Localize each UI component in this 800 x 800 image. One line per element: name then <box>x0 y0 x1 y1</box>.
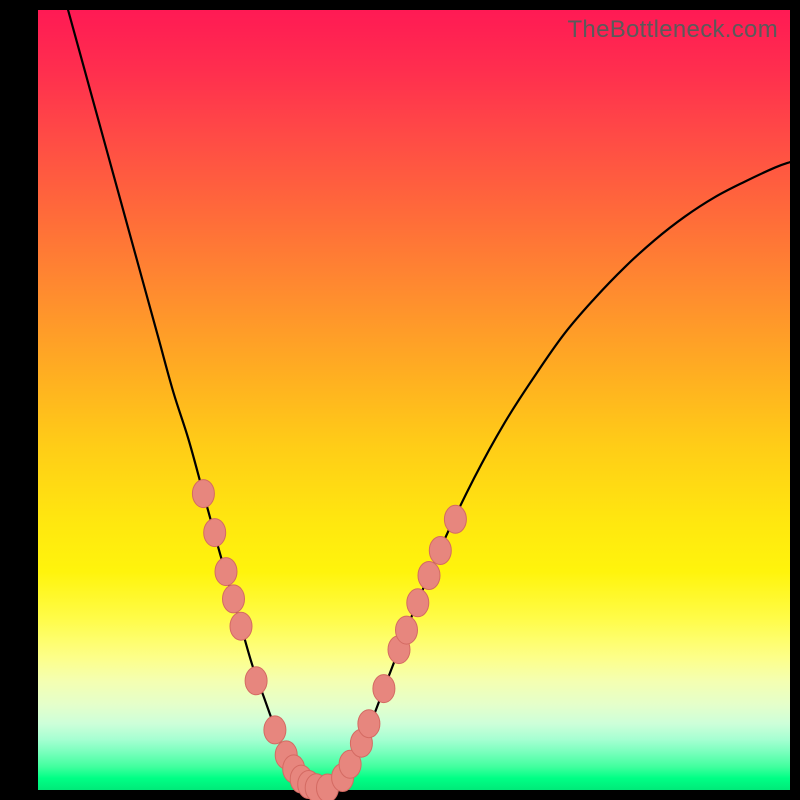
curve-marker <box>407 589 429 617</box>
curve-marker <box>245 667 267 695</box>
curve-marker <box>223 585 245 613</box>
chart-svg <box>38 10 790 790</box>
chart-frame: TheBottleneck.com <box>0 0 800 800</box>
curve-marker <box>429 537 451 565</box>
curve-line <box>68 10 790 789</box>
curve-marker <box>264 716 286 744</box>
curve-marker <box>230 612 252 640</box>
curve-marker <box>418 562 440 590</box>
curve-marker <box>215 558 237 586</box>
plot-area: TheBottleneck.com <box>38 10 790 790</box>
curve-marker <box>358 710 380 738</box>
curve-marker <box>396 616 418 644</box>
curve-marker <box>204 519 226 547</box>
curve-markers <box>192 480 466 800</box>
curve-marker <box>444 505 466 533</box>
curve-marker <box>373 675 395 703</box>
curve-marker <box>192 480 214 508</box>
